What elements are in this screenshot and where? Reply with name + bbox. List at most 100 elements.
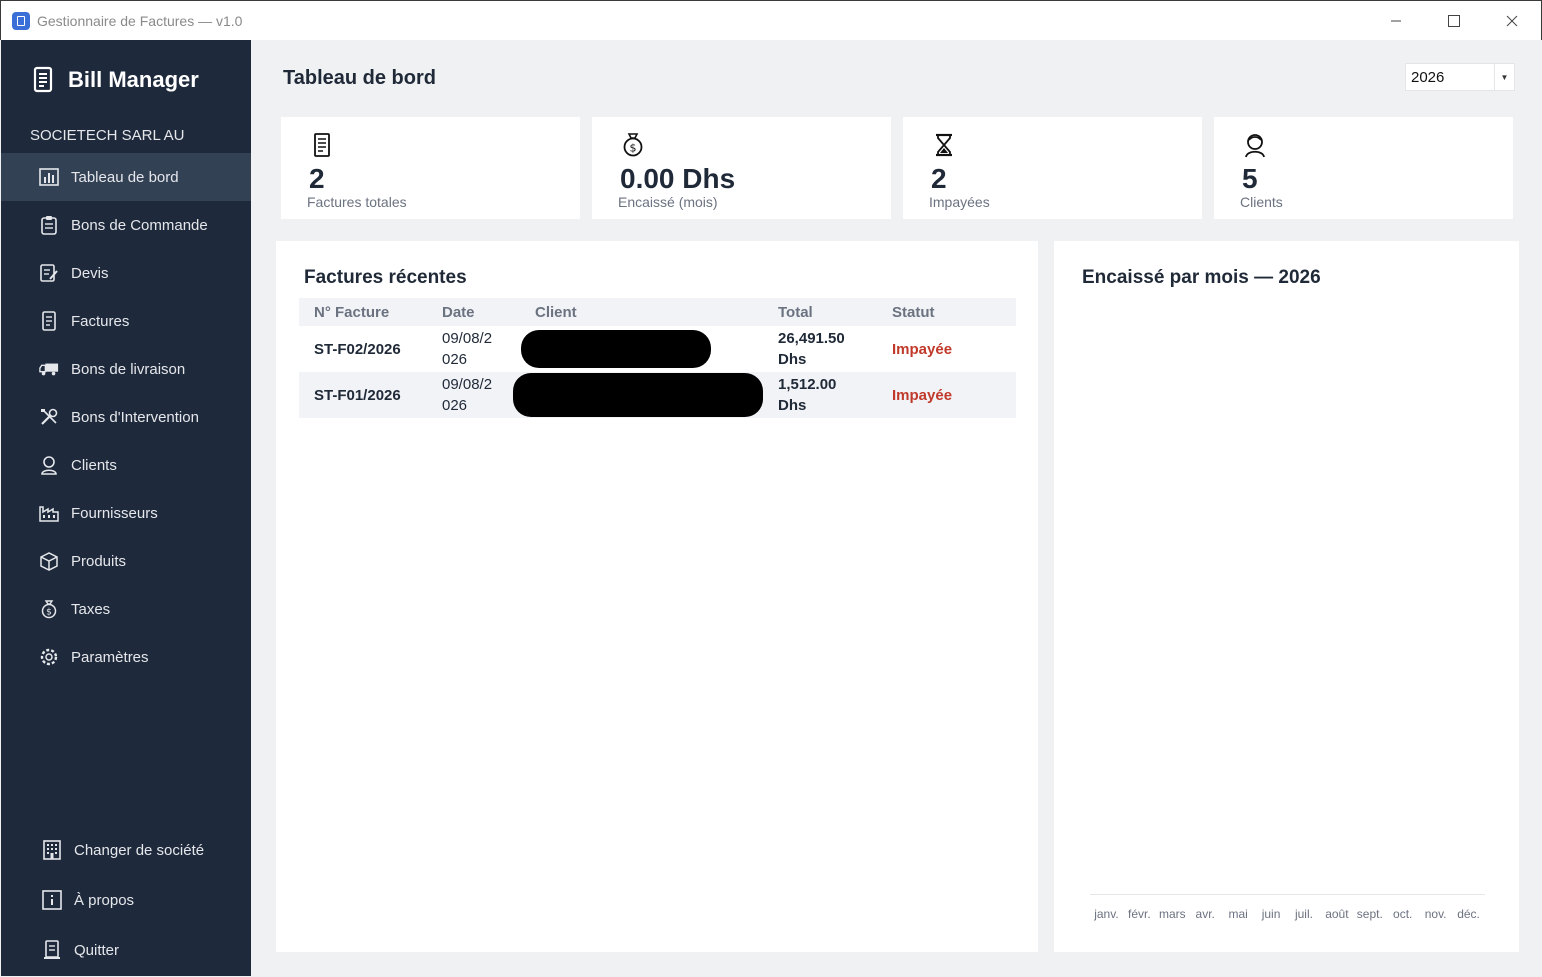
chart-x-ticks: janv. févr. mars avr. mai juin juil. août sept. o…	[1090, 905, 1485, 925]
sidebar-item-bons-d-intervention[interactable]: Bons d'Intervention	[1, 393, 251, 441]
column-header[interactable]: Total	[778, 304, 892, 321]
truck-icon	[39, 359, 59, 379]
chart-tick-label: sept.	[1357, 907, 1383, 921]
box-icon	[39, 551, 59, 571]
factory-icon	[39, 503, 59, 523]
sidebar-item-fournisseurs[interactable]: Fournisseurs	[1, 489, 251, 537]
column-header[interactable]: Statut	[892, 304, 1016, 321]
invoice-total-line: Dhs	[778, 397, 807, 414]
minimize-icon	[1391, 20, 1401, 22]
sidebar-item-a-propos[interactable]: À propos	[1, 875, 251, 925]
sidebar-item-bons-de-commande[interactable]: Bons de Commande	[1, 201, 251, 249]
status-badge: Impayée	[892, 340, 953, 358]
bar-chart-icon	[39, 167, 59, 187]
stat-value: 0.00 Dhs	[620, 163, 736, 194]
sidebar-item-devis[interactable]: Devis	[1, 249, 251, 297]
chart-tick-label: nov.	[1425, 907, 1447, 921]
sidebar-item-factures[interactable]: Factures	[1, 297, 251, 345]
close-icon	[1506, 15, 1518, 27]
maximize-icon	[1448, 15, 1460, 27]
sidebar-item-quitter[interactable]: Quitter	[1, 925, 251, 975]
chart-title: Encaissé par mois — 2026	[1082, 267, 1321, 288]
chart-tick-label: juin	[1261, 907, 1281, 921]
stat-card-factures-totales: 2 Factures totales	[281, 117, 580, 219]
sidebar-item-label: Bons de Commande	[71, 216, 208, 234]
column-header[interactable]: Date	[442, 304, 535, 321]
sidebar-item-label: Factures	[71, 312, 130, 330]
sidebar-item-tableau-de-bord[interactable]: Tableau de bord	[1, 153, 251, 201]
invoice-number: ST-F02/2026	[314, 340, 401, 358]
chart-tick-label: avr.	[1196, 907, 1215, 921]
table-header: N° Facture Date Client Total Statut	[299, 298, 1016, 326]
tools-icon	[39, 407, 59, 427]
maximize-button[interactable]	[1425, 1, 1483, 41]
chart-tick-label: juil.	[1294, 907, 1313, 921]
edit-document-icon	[39, 263, 59, 283]
invoice-total: 26,491.50 Dhs	[778, 328, 892, 370]
user-icon	[39, 455, 59, 475]
stat-label: Clients	[1240, 194, 1283, 210]
sidebar-item-bons-de-livraison[interactable]: Bons de livraison	[1, 345, 251, 393]
sidebar-item-changer-de-societe[interactable]: Changer de société	[1, 825, 251, 875]
company-name: SOCIETECH SARL AU	[30, 127, 185, 144]
sidebar-item-label: Quitter	[74, 941, 120, 959]
invoice-client	[513, 373, 778, 417]
year-select[interactable]: 2026 ▼	[1405, 63, 1515, 91]
sidebar-item-label: Bons de livraison	[71, 360, 186, 378]
invoice-total-line: Dhs	[778, 351, 807, 368]
chevron-down-icon[interactable]: ▼	[1494, 64, 1514, 90]
window-controls	[1367, 1, 1541, 41]
title-bar: Gestionnaire de Factures — v1.0	[0, 0, 1542, 40]
chart-tick-label: déc.	[1457, 907, 1480, 921]
invoice-icon	[39, 311, 59, 331]
monthly-chart-panel: Encaissé par mois — 2026 janv. févr. mars a…	[1054, 241, 1519, 952]
exit-icon	[42, 940, 62, 960]
info-icon	[42, 890, 62, 910]
sidebar-item-clients[interactable]: Clients	[1, 441, 251, 489]
invoice-icon	[314, 133, 330, 157]
sidebar-item-label: Devis	[71, 264, 109, 282]
sidebar: Bill Manager SOCIETECH SARL AU Tableau d…	[1, 40, 251, 976]
stat-label: Factures totales	[307, 194, 407, 210]
gear-icon	[39, 647, 59, 667]
invoice-total: 1,512.00 Dhs	[778, 374, 892, 416]
chart-tick-label: oct.	[1393, 907, 1412, 921]
stat-card-encaisse: $ 0.00 Dhs Encaissé (mois)	[592, 117, 891, 219]
sidebar-item-taxes[interactable]: $ Taxes	[1, 585, 251, 633]
brand-title: Bill Manager	[68, 67, 199, 92]
nav-bottom: Changer de société À propos Quitter	[1, 825, 251, 975]
stat-card-impayees: 2 Impayées	[903, 117, 1202, 219]
stat-label: Impayées	[929, 194, 990, 210]
chart-tick-label: janv.	[1093, 907, 1118, 921]
table-row[interactable]: ST-F01/2026 09/08/2 026 1,512.00 Dhs Imp…	[299, 372, 1016, 418]
invoice-number: ST-F01/2026	[314, 386, 401, 404]
sidebar-item-parametres[interactable]: Paramètres	[1, 633, 251, 681]
sidebar-item-label: À propos	[74, 891, 135, 909]
minimize-button[interactable]	[1367, 1, 1425, 41]
building-icon	[42, 840, 62, 860]
column-header[interactable]: Client	[535, 304, 778, 321]
sidebar-item-label: Bons d'Intervention	[71, 408, 199, 426]
hourglass-icon	[936, 133, 952, 157]
money-bag-icon: $	[623, 133, 643, 157]
redaction-mark	[521, 330, 711, 368]
stat-card-clients: 5 Clients	[1214, 117, 1513, 219]
sidebar-item-label: Produits	[71, 552, 127, 570]
sidebar-item-label: Fournisseurs	[71, 504, 158, 522]
window-title: Gestionnaire de Factures — v1.0	[37, 12, 243, 29]
sidebar-item-produits[interactable]: Produits	[1, 537, 251, 585]
year-select-value: 2026	[1411, 68, 1445, 86]
stat-value: 2	[309, 163, 325, 194]
invoice-client	[521, 330, 778, 368]
brand: Bill Manager	[30, 66, 199, 94]
column-header[interactable]: N° Facture	[299, 304, 442, 321]
nav-menu: Tableau de bord Bons de Commande Devis F…	[1, 153, 251, 681]
money-bag-icon: $	[39, 599, 59, 619]
sidebar-item-label: Paramètres	[71, 648, 149, 666]
invoice-total-line: 1,512.00	[778, 376, 837, 393]
chart-tick-label: févr.	[1128, 907, 1151, 921]
sidebar-item-label: Taxes	[71, 600, 111, 618]
table-row[interactable]: ST-F02/2026 09/08/2 026 26,491.50 Dhs Im…	[299, 326, 1016, 372]
clipboard-icon	[39, 215, 59, 235]
close-button[interactable]	[1483, 1, 1541, 41]
